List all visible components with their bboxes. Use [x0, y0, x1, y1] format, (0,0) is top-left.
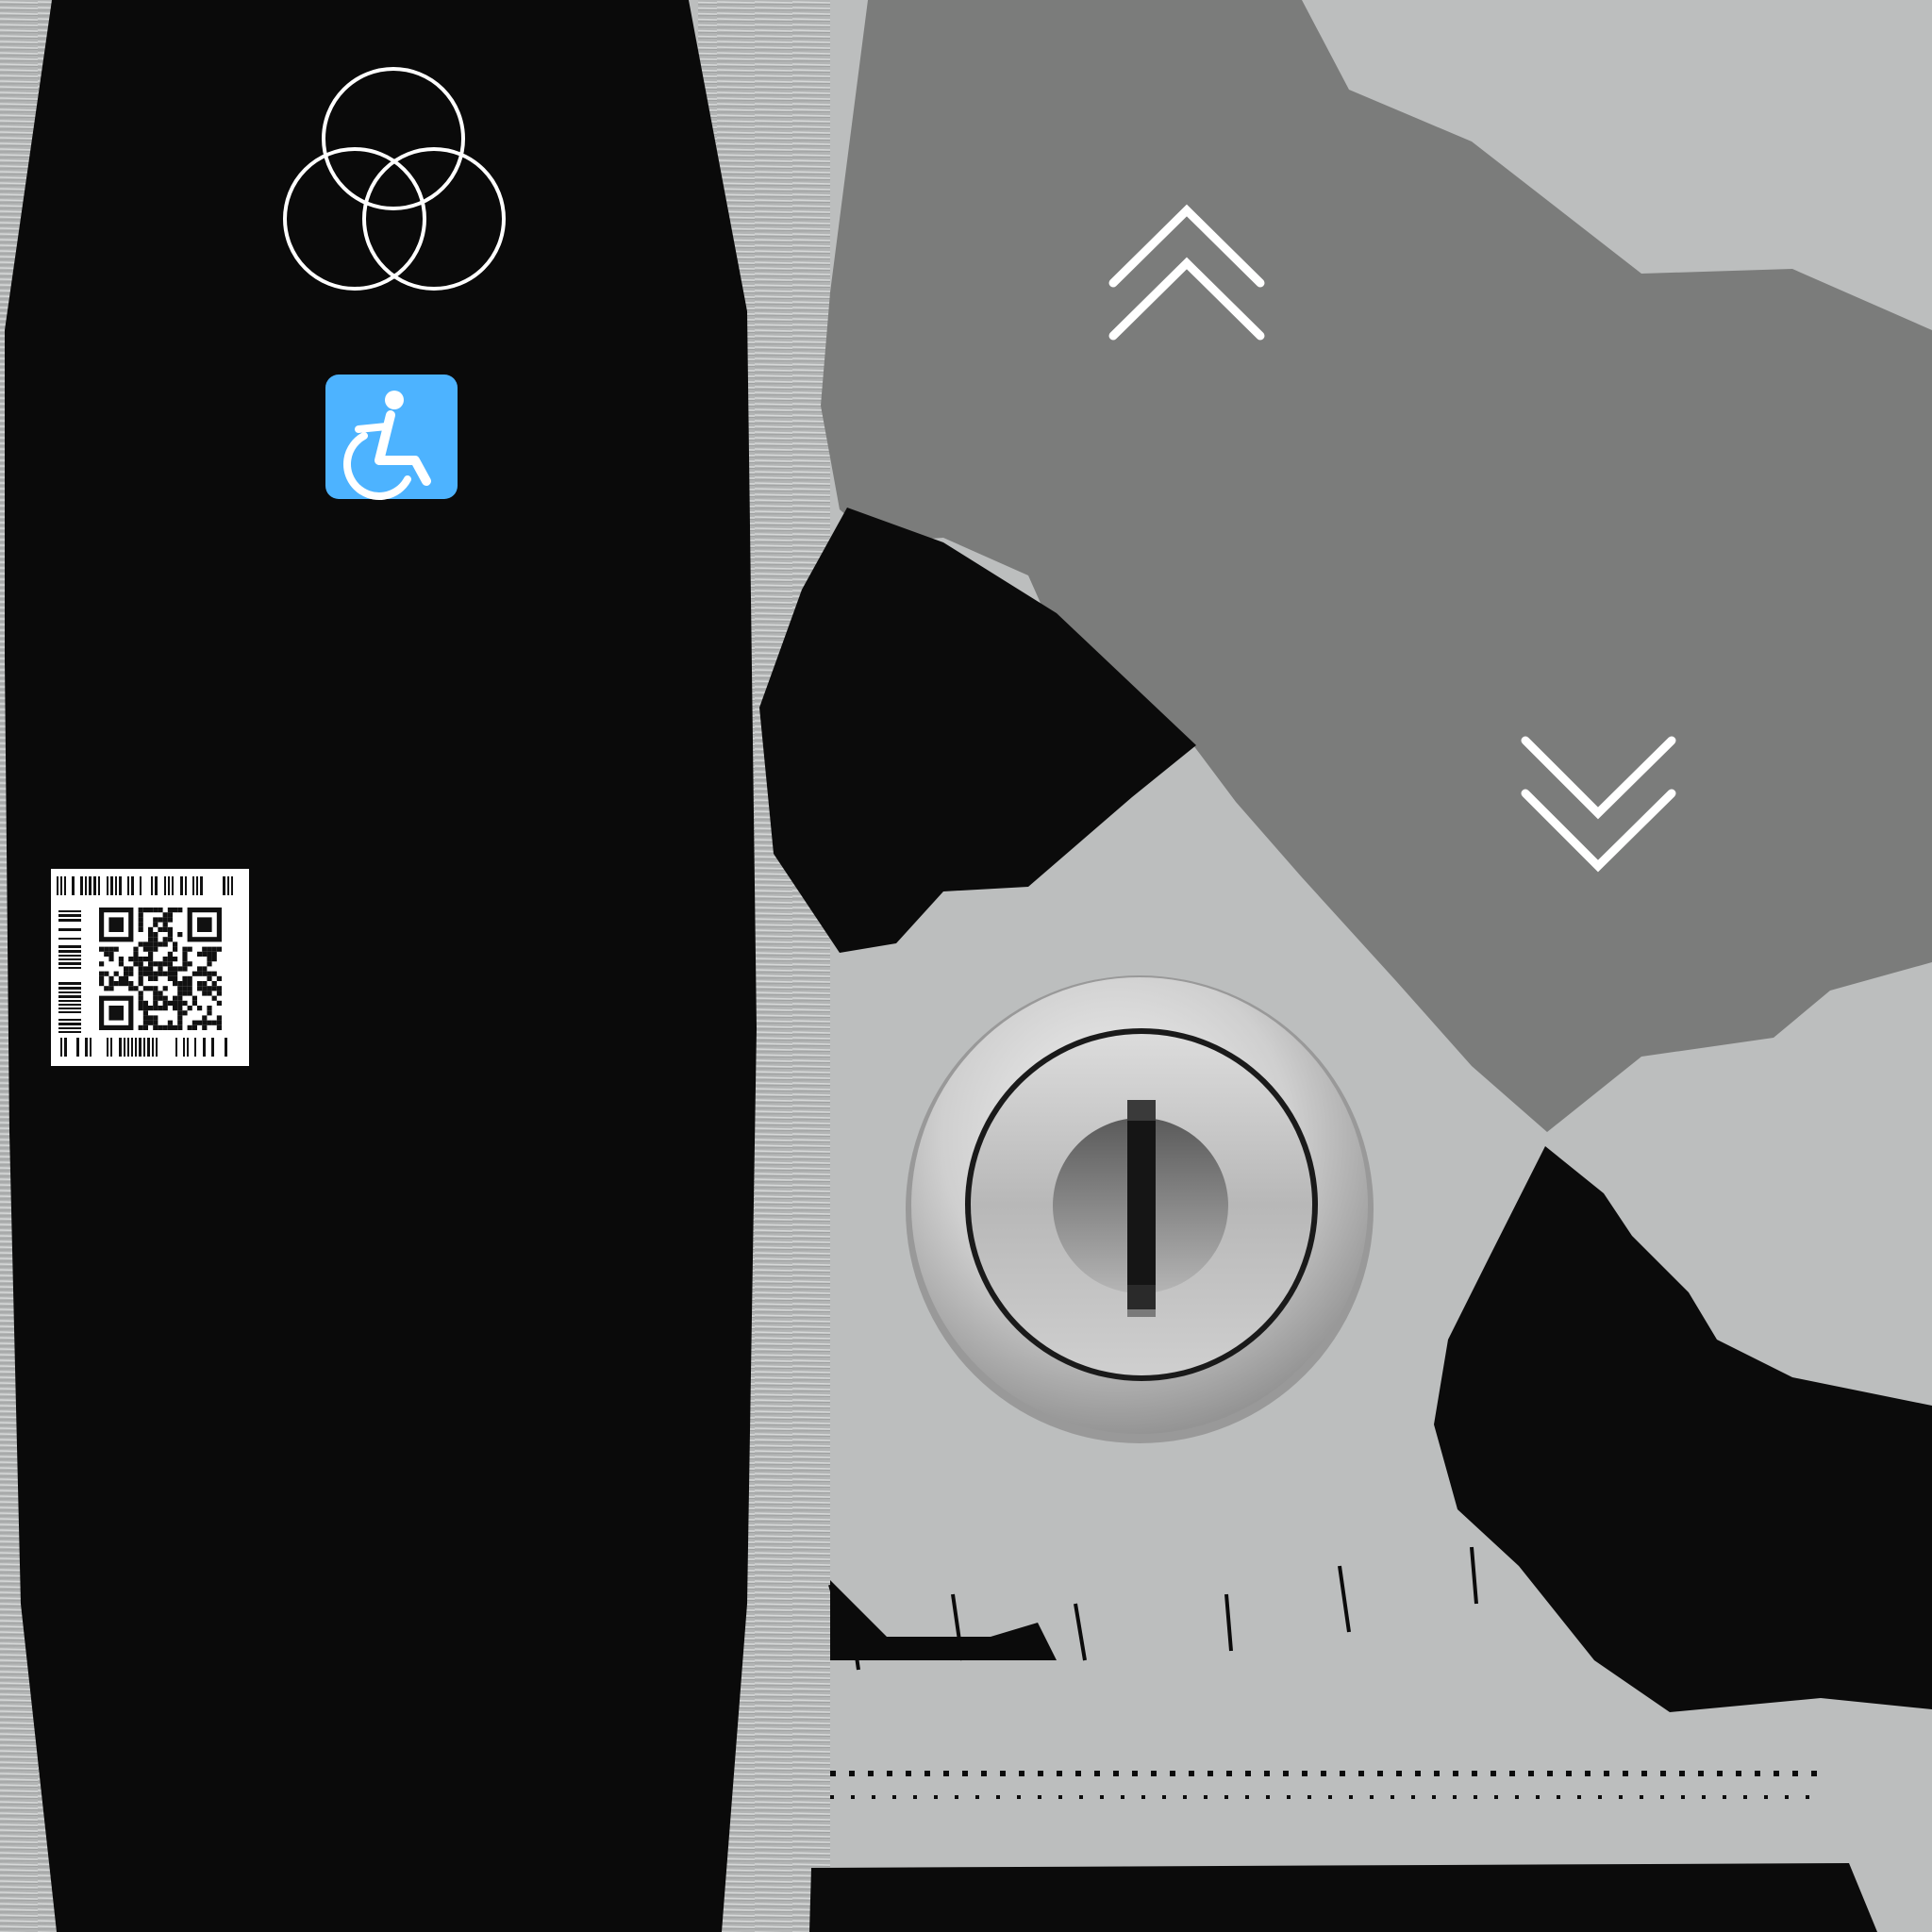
- wheelchair-accessibility-icon: [325, 375, 458, 500]
- up-button[interactable]: [1075, 179, 1302, 368]
- qr-code-label-icon: [51, 869, 249, 1066]
- down-button[interactable]: [1491, 717, 1717, 887]
- key-switch[interactable]: [906, 975, 1374, 1443]
- elevator-panel-texture: [0, 0, 1932, 1932]
- bottom-dark-strip: [809, 1863, 1877, 1932]
- texture-canvas: [0, 0, 1932, 1932]
